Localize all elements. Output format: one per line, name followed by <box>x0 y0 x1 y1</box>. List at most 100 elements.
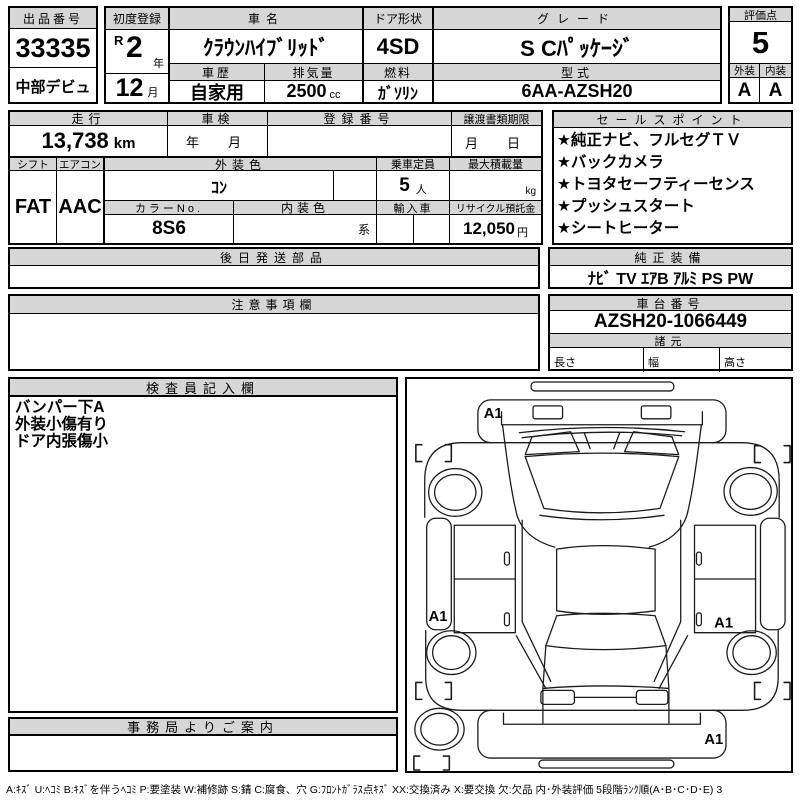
bracket-spare <box>413 755 451 771</box>
sales-point-item: ★バックカメラ <box>557 154 664 171</box>
ext-int-grades: A A <box>730 78 791 104</box>
sales-points-box: セールスポイント ★純正ナビ、フルセグＴＶ ★バックカメラ ★トヨタセーフティー… <box>552 110 793 245</box>
wheel-rear-left-inner <box>431 635 471 671</box>
tail-lamp-left <box>540 689 576 705</box>
inspector-note-line: ドア内張傷小 <box>15 433 109 450</box>
notes-label: 注意事項欄 <box>10 296 538 314</box>
body-side-right <box>653 519 689 690</box>
wheel-rear-left <box>426 630 477 676</box>
inspector-notes-label: 検査員記入欄 <box>8 377 398 397</box>
car-diagram: A1 A1 A1 A1 <box>413 381 791 771</box>
color-no-value: 8S6 <box>105 215 234 243</box>
wheel-rear-right-inner <box>732 635 771 671</box>
wheel-front-right <box>723 466 778 516</box>
max-load-cell: kg <box>450 171 541 201</box>
legend: A:ｷｽﾞ U:ﾍｺﾐ B:ｷｽﾞを伴うﾍｺﾐ P:要塗装 W:補修跡 S:錆 … <box>6 784 723 796</box>
inspector-notes-body: バンパー下A 外装小傷有り ドア内張傷小 <box>8 396 398 713</box>
interior-label: 内装 <box>760 64 791 78</box>
shift-value: FAT <box>10 171 57 243</box>
registration-no-label: 登録番号 <box>268 112 452 126</box>
rear-bottom-bar <box>538 759 675 769</box>
sales-points-list: ★純正ナビ、フルセグＴＶ ★バックカメラ ★トヨタセーフティーセンス ★プッシュ… <box>554 128 791 242</box>
front-vent-right <box>640 405 672 420</box>
exterior-grade: A <box>730 78 760 104</box>
capacity-label: 乗車定員 <box>377 158 450 171</box>
width-cell: 幅 <box>644 348 720 372</box>
first-reg-year-unit: 年 <box>153 58 164 70</box>
score-value: 5 <box>730 22 791 64</box>
interior-color-label: 内装色 <box>234 201 377 215</box>
spare-tire-inner <box>420 712 459 746</box>
exterior-color-value: ｺﾝ <box>105 171 334 201</box>
office-info-body <box>8 735 398 772</box>
rear-bumper <box>477 709 727 759</box>
spec-table: 走行 車検 登録番号 譲渡書類期限 13,738 km 年 月 月 日 シフト … <box>8 110 543 245</box>
max-load-label: 最大積載量 <box>450 158 541 171</box>
max-load-unit: kg <box>525 186 536 197</box>
body-side-left <box>515 519 552 690</box>
bracket-rear-right <box>753 681 791 701</box>
transfer-deadline-label: 譲渡書類期限 <box>452 112 541 126</box>
roof-panel <box>556 545 656 615</box>
car-name: ｸﾗｳﾝﾊｲﾌﾞﾘｯﾄﾞ <box>170 30 364 64</box>
model-code-label: 型式 <box>434 64 720 81</box>
lot-box: 出品番号 33335 中部デビュ <box>8 6 98 104</box>
corner-brackets <box>413 443 791 771</box>
dims-label: 諸元 <box>550 334 791 348</box>
grade-label: グレード <box>434 8 720 30</box>
exterior-color-label: 外装色 <box>105 158 377 172</box>
first-reg-month-cell: 12 月 <box>106 74 170 102</box>
sales-point-item: ★トヨタセーフティーセンス <box>557 176 755 193</box>
first-reg-era: R <box>114 33 124 48</box>
displacement-label: 排気量 <box>265 64 364 81</box>
import-cell-2 <box>414 215 450 243</box>
inspector-note-line: 外装小傷有り <box>15 416 109 433</box>
first-reg-year-cell: R 2 年 <box>106 30 170 74</box>
wheel-front-left-inner <box>433 473 477 511</box>
door-shape: 4SD <box>364 30 434 64</box>
interior-color-cell: 系 <box>234 215 377 243</box>
door-shape-label: ドア形状 <box>364 8 434 30</box>
first-reg-label: 初度登録 <box>106 8 170 30</box>
recycle-cell: 12,050 円 <box>450 215 541 243</box>
spare-tire <box>414 707 465 751</box>
recycle-label: リサイクル預託金 <box>450 201 541 215</box>
damage-mark-front: A1 <box>484 406 503 422</box>
capacity-unit: 人 <box>415 184 427 196</box>
sales-point-item: ★純正ナビ、フルセグＴＶ <box>557 132 742 149</box>
car-name-label: 車名 <box>170 8 364 30</box>
later-parts-value <box>10 266 538 288</box>
front-fender-left <box>424 442 493 518</box>
oem-equipment-label: 純正装備 <box>550 249 791 266</box>
vehicle-header-table: 初度登録 R 2 年 12 月 車名 ｸﾗｳﾝﾊｲﾌﾞﾘｯﾄﾞ 車歴 排気量 自… <box>104 6 722 104</box>
door-handle-left-front <box>503 551 511 566</box>
fuel-label: 燃料 <box>364 64 434 81</box>
transfer-deadline-cell: 月 日 <box>452 126 541 158</box>
exterior-color-extra-cell <box>334 171 377 201</box>
auction-sheet: 出品番号 33335 中部デビュ 初度登録 R 2 年 12 月 車名 ｸﾗｳﾝ… <box>0 0 800 800</box>
length-label: 長さ <box>554 357 576 369</box>
front-fender-right <box>711 442 780 518</box>
door-handle-right-front <box>695 551 703 566</box>
sales-point-item: ★プッシュスタート <box>557 198 695 215</box>
registration-no-cell <box>268 126 452 158</box>
lot-number: 33335 <box>10 29 96 68</box>
height-cell: 高さ <box>720 348 791 372</box>
interior-grade: A <box>768 80 783 101</box>
inspection-cell: 年 月 <box>168 126 268 158</box>
door-handle-left-rear <box>503 612 511 627</box>
score-label: 評価点 <box>730 8 791 22</box>
inspection-label: 車検 <box>168 112 268 126</box>
sales-point-item: ★シートヒーター <box>557 220 680 237</box>
mileage-value: 13,738 <box>41 128 109 153</box>
aircon-value: AAC <box>57 171 105 243</box>
bracket-rear-left <box>415 681 453 701</box>
rear-fender-right <box>711 630 779 711</box>
roof-front-edge <box>539 514 665 521</box>
chassis-box: 車台番号 AZSH20-1066449 諸元 長さ 幅 高さ <box>548 294 793 372</box>
wiper-strip <box>518 426 686 439</box>
capacity-cell: 5 人 <box>377 171 450 201</box>
mileage-unit: km <box>113 135 136 152</box>
front-bumper-inner-line <box>500 411 704 426</box>
notes-box: 注意事項欄 <box>8 294 540 371</box>
